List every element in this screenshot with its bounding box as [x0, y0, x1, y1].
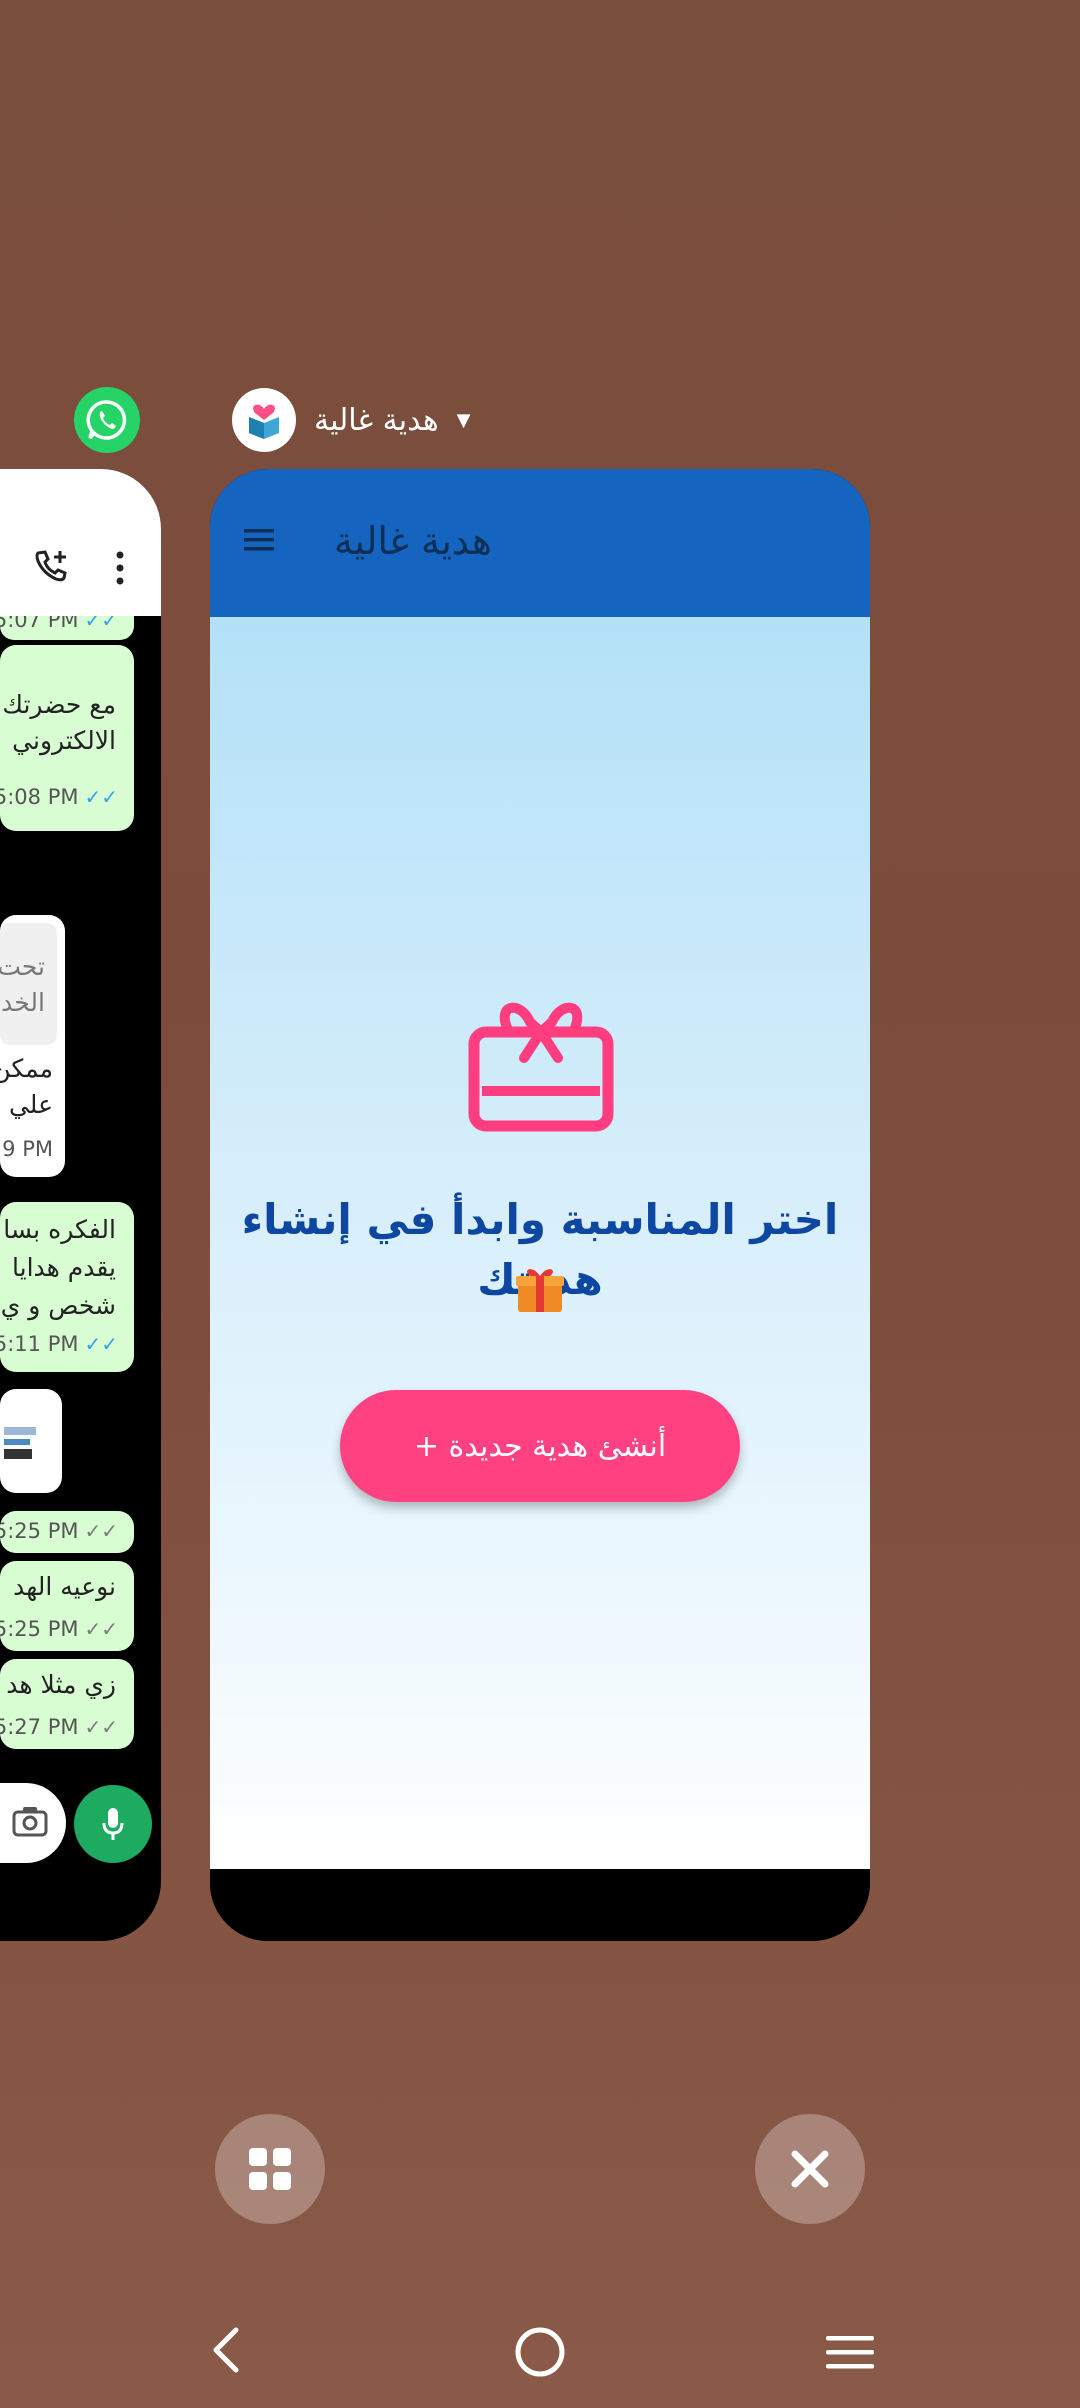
chat-bubble: الفكره بسا يقدم هدايا شخص و ي 5:11 PM ✓✓ [0, 1202, 134, 1372]
camera-icon[interactable] [12, 1805, 48, 1841]
message-line: يقدم هدايا [12, 1253, 116, 1282]
app-label[interactable]: هدية غالية ▼ [232, 387, 471, 453]
close-icon [791, 2150, 829, 2188]
read-ticks-icon: ✓✓ [84, 616, 118, 632]
message-time: 5:25 PM [0, 1519, 79, 1543]
hamburger-icon[interactable] [242, 527, 276, 557]
add-call-icon[interactable] [32, 547, 72, 591]
chat-bubble: 5:25 PM ✓✓ [0, 1511, 134, 1553]
gift-icon [468, 996, 614, 1136]
message-line: الالكتروني [12, 726, 116, 755]
message-line: زي مثلا هد [6, 1670, 116, 1699]
quoted-message: تحت الخدم [0, 923, 57, 1045]
message-time: 5:25 PM [0, 1617, 79, 1641]
quoted-line: الخدم [0, 988, 45, 1017]
message-time: 5:27 PM [0, 1715, 79, 1739]
delivered-ticks-icon: ✓✓ [84, 1519, 118, 1543]
chat-header [0, 469, 161, 616]
message-line: نوعيه الهد [13, 1572, 116, 1601]
read-ticks-icon: ✓✓ [84, 1332, 118, 1356]
whatsapp-icon[interactable] [74, 387, 140, 453]
recents-button[interactable] [820, 2324, 880, 2380]
message-line: مع حضرتك [2, 690, 116, 719]
image-message [0, 1389, 62, 1493]
card-bottom-bar [210, 1869, 870, 1941]
app-toolbar: هدية غالية [210, 469, 870, 617]
chat-bubble: 5:07 PM ✓✓ [0, 616, 134, 640]
message-input[interactable] [0, 1783, 66, 1863]
image-thumbnail [4, 1427, 36, 1459]
whatsapp-recent-card[interactable]: 5:07 PM ✓✓ مع حضرتك الالكتروني 5:08 PM ✓✓ … [0, 469, 161, 1941]
delivered-ticks-icon: ✓✓ [84, 1715, 118, 1739]
app-logo-icon [232, 388, 296, 452]
chat-bubble: نوعيه الهد 5:25 PM ✓✓ [0, 1561, 134, 1651]
create-gift-button[interactable]: أنشئ هدية جديدة + [340, 1390, 740, 1502]
more-options-icon[interactable] [114, 551, 126, 589]
message-line: شخص و ي [0, 1291, 116, 1320]
message-line: ممكن [0, 1054, 53, 1083]
back-button[interactable] [196, 2320, 256, 2380]
chat-bubble: مع حضرتك الالكتروني 5:08 PM ✓✓ [0, 645, 134, 831]
message-line: علي [8, 1090, 53, 1119]
message-time: 5:08 PM [0, 785, 79, 809]
grid-icon [249, 2148, 291, 2190]
message-time: 5:11 PM [0, 1332, 79, 1356]
delivered-ticks-icon: ✓✓ [84, 1617, 118, 1641]
quoted-line: تحت [0, 952, 45, 981]
home-circle-icon [515, 2327, 565, 2377]
read-ticks-icon: ✓✓ [84, 785, 118, 809]
message-line: الفكره بسا [3, 1215, 116, 1244]
dropdown-caret-icon: ▼ [456, 409, 471, 431]
app-title: هدية غالية [334, 519, 492, 563]
wrapped-present-emoji [514, 1262, 566, 1318]
home-button[interactable] [512, 2324, 568, 2380]
split-screen-button[interactable] [215, 2114, 325, 2224]
clear-all-button[interactable] [755, 2114, 865, 2224]
mic-icon [102, 1808, 124, 1840]
back-chevron-icon [213, 2327, 239, 2373]
chat-bubble: تحت الخدم ممكن علي 9 PM [0, 915, 65, 1177]
app-name: هدية غالية [314, 402, 439, 438]
message-time: 9 PM [2, 1137, 53, 1161]
chat-bubble: زي مثلا هد 5:27 PM ✓✓ [0, 1659, 134, 1749]
message-time: 5:07 PM [0, 616, 79, 632]
menu-lines-icon [826, 2336, 874, 2369]
mic-button[interactable] [74, 1785, 152, 1863]
